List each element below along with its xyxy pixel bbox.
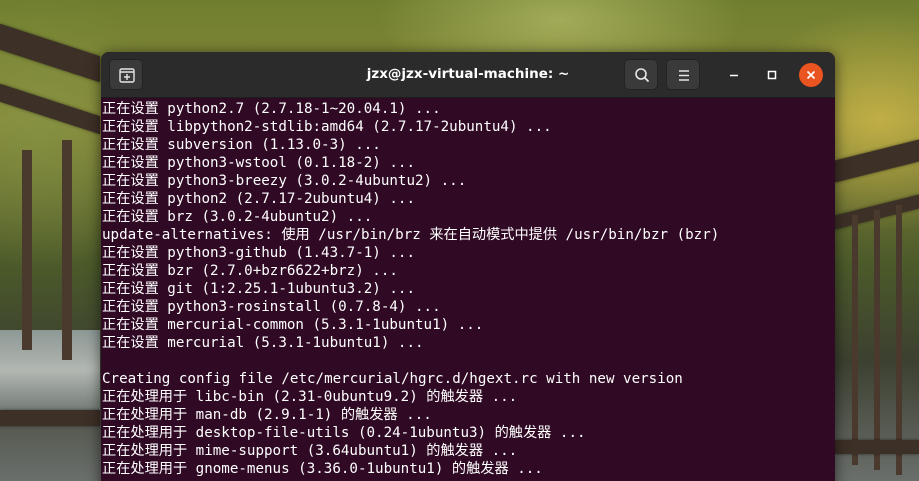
terminal-line: 正在处理用于 mime-support (3.64ubuntu1) 的触发器 .…	[102, 443, 518, 459]
terminal-line: 正在设置 brz (3.0.2-4ubuntu2) ...	[102, 209, 373, 225]
menu-button[interactable]	[666, 59, 700, 90]
bridge-post	[852, 215, 858, 465]
bridge-post	[22, 150, 32, 350]
bridge-post	[896, 205, 902, 475]
terminal-line: 正在设置 python3-wstool (0.1.18-2) ...	[102, 155, 415, 171]
terminal-line: 正在设置 mercurial-common (5.3.1-1ubuntu1) .…	[102, 317, 484, 333]
bridge-beam	[0, 410, 100, 426]
terminal-line: 正在设置 bzr (2.7.0+bzr6622+brz) ...	[102, 263, 398, 279]
minimize-button[interactable]	[722, 63, 746, 87]
terminal-output[interactable]: 正在设置 python2.7 (2.7.18-1~20.04.1) ... 正在…	[101, 98, 835, 481]
terminal-line: 正在设置 mercurial (5.3.1-1ubuntu1) ...	[102, 335, 424, 351]
wallpaper-water	[0, 330, 100, 410]
terminal-line: 正在设置 python3-breezy (3.0.2-4ubuntu2) ...	[102, 173, 467, 189]
terminal-line: Creating config file /etc/mercurial/hgrc…	[102, 371, 683, 387]
terminal-line: 正在设置 python3-github (1.43.7-1) ...	[102, 245, 415, 261]
search-button[interactable]	[624, 59, 658, 90]
terminal-line: 正在设置 git (1:2.25.1-1ubuntu3.2) ...	[102, 281, 415, 297]
bridge-beam	[0, 23, 100, 83]
terminal-line: 正在设置 libpython2-stdlib:amd64 (2.7.17-2ub…	[102, 119, 552, 135]
close-button[interactable]	[799, 63, 823, 87]
terminal-line: 正在设置 python3-rosinstall (0.7.8-4) ...	[102, 299, 441, 315]
terminal-line: 正在处理用于 gnome-menus (3.36.0-1ubuntu1) 的触发…	[102, 461, 543, 477]
terminal-line: update-alternatives: 使用 /usr/bin/brz 来在自…	[102, 227, 720, 243]
terminal-line: 正在处理用于 desktop-file-utils (0.24-1ubuntu3…	[102, 425, 586, 441]
terminal-window: jzx@jzx-virtual-machine: ~ 正在设置 python2.…	[101, 52, 835, 481]
bridge-post	[62, 140, 72, 360]
terminal-line: 正在处理用于 man-db (2.9.1-1) 的触发器 ...	[102, 407, 432, 423]
terminal-line: 正在处理用于 libc-bin (2.31-0ubuntu9.2) 的触发器 .…	[102, 389, 518, 405]
terminal-line: 正在设置 python2 (2.7.17-2ubuntu4) ...	[102, 191, 415, 207]
bridge-post	[874, 210, 880, 470]
bridge-beam	[835, 440, 919, 454]
terminal-line: 正在设置 subversion (1.13.0-3) ...	[102, 137, 381, 153]
bridge-beam	[835, 139, 919, 183]
maximize-button[interactable]	[760, 63, 784, 87]
bridge-beam	[0, 83, 100, 135]
title-bar[interactable]: jzx@jzx-virtual-machine: ~	[101, 52, 835, 98]
terminal-line: 正在设置 python2.7 (2.7.18-1~20.04.1) ...	[102, 101, 441, 117]
